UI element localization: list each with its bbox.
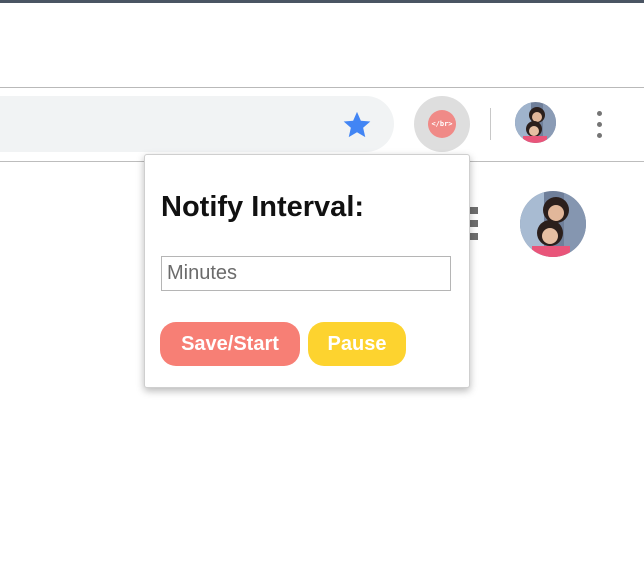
minutes-input[interactable]: [161, 256, 451, 291]
browser-window: </br> Notify Interval: Minutes Save/Star…: [0, 0, 644, 588]
popup-title: Notify Interval:: [161, 191, 365, 223]
toolbar-divider: [490, 108, 491, 140]
profile-avatar[interactable]: [515, 102, 556, 143]
more-menu-icon[interactable]: [589, 108, 609, 140]
browser-toolbar: </br>: [0, 88, 644, 162]
avatar-image: [520, 191, 586, 257]
avatar-image: [515, 102, 556, 143]
address-bar[interactable]: [0, 96, 394, 152]
extension-icon: </br>: [428, 110, 456, 138]
star-icon[interactable]: [341, 109, 373, 141]
tab-strip: [0, 3, 644, 88]
extension-button[interactable]: </br>: [414, 96, 470, 152]
page-profile-avatar[interactable]: [520, 191, 586, 257]
extension-popup: Notify Interval: Save/Start Pause: [144, 154, 470, 388]
pause-button[interactable]: Pause: [308, 322, 406, 366]
save-start-button[interactable]: Save/Start: [160, 322, 300, 366]
page-menu-icon[interactable]: [469, 207, 481, 241]
